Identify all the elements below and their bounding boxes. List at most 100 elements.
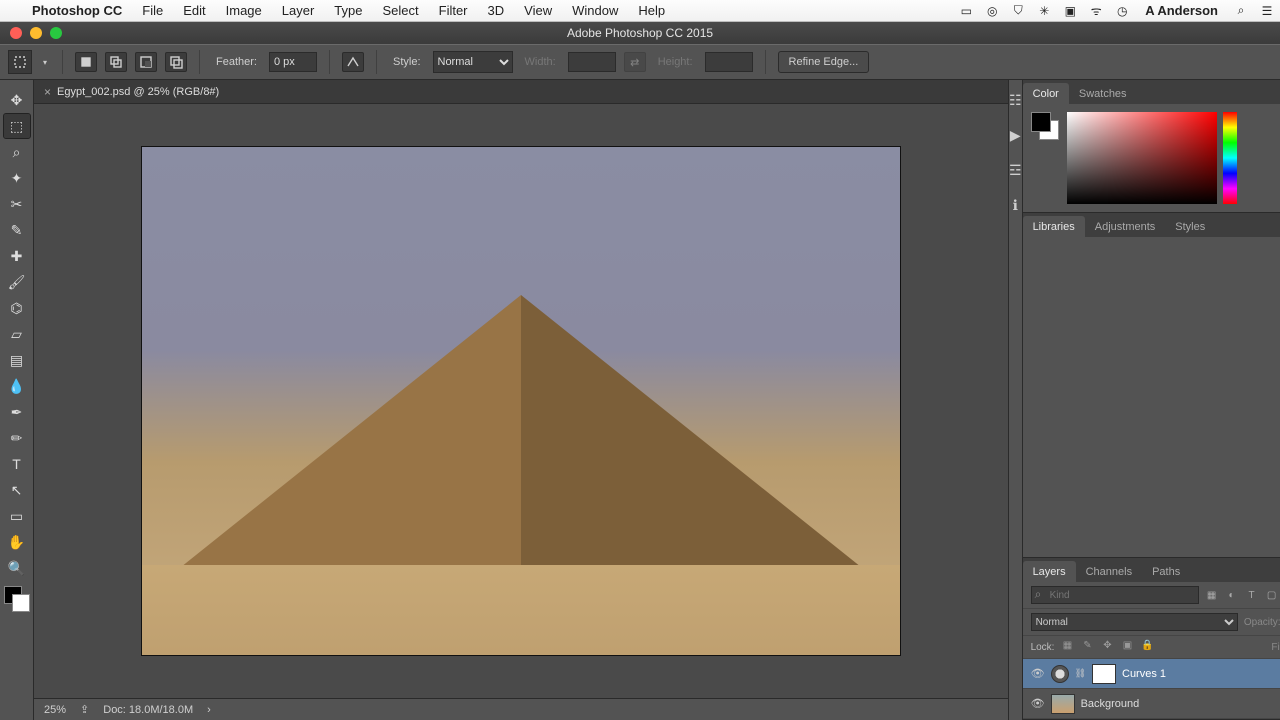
- refine-edge-button[interactable]: Refine Edge...: [778, 51, 870, 73]
- layer-thumb-adjustment[interactable]: [1051, 665, 1069, 683]
- path-select-tool[interactable]: ↖: [4, 478, 30, 502]
- chevron-right-icon[interactable]: ›: [207, 704, 211, 716]
- tab-adjustments[interactable]: Adjustments: [1085, 216, 1166, 237]
- layer-row[interactable]: 👁 Background 🔒: [1023, 689, 1280, 719]
- spotlight-search-icon[interactable]: ⌕: [1228, 3, 1254, 18]
- tab-libraries[interactable]: Libraries: [1023, 216, 1085, 237]
- crop-tool[interactable]: ✂: [4, 192, 30, 216]
- wifi-icon[interactable]: ᯤ: [1083, 2, 1109, 19]
- layer-row[interactable]: 👁 ⛓ Curves 1: [1023, 659, 1280, 689]
- properties-dock-icon[interactable]: ☲: [1009, 162, 1022, 179]
- color-fgbg[interactable]: [1031, 112, 1061, 142]
- lasso-tool[interactable]: ⌕: [4, 140, 30, 164]
- marquee-tool[interactable]: ⬚: [4, 114, 30, 138]
- shield-icon[interactable]: ⛉: [1005, 3, 1031, 18]
- cc-icon[interactable]: ◎: [979, 4, 1005, 18]
- document-canvas[interactable]: [141, 146, 901, 656]
- user-menu[interactable]: A Anderson: [1135, 3, 1228, 18]
- brush-tool[interactable]: 🖌: [4, 270, 30, 294]
- window-close-button[interactable]: [10, 27, 22, 39]
- actions-dock-icon[interactable]: ▶: [1010, 127, 1021, 144]
- background-swatch[interactable]: [12, 594, 30, 612]
- notification-list-icon[interactable]: ☰: [1254, 4, 1280, 18]
- close-tab-icon[interactable]: ×: [44, 85, 51, 99]
- type-tool[interactable]: T: [4, 452, 30, 476]
- stamp-tool[interactable]: ⌬: [4, 296, 30, 320]
- lock-pixels-icon[interactable]: ▦: [1060, 640, 1074, 654]
- menu-layer[interactable]: Layer: [272, 3, 325, 18]
- airplay-icon[interactable]: ▣: [1057, 4, 1083, 18]
- layer-name[interactable]: Background: [1081, 698, 1140, 710]
- gradient-tool[interactable]: ▤: [4, 348, 30, 372]
- lock-position-icon[interactable]: ✥: [1100, 640, 1114, 654]
- tab-styles[interactable]: Styles: [1165, 216, 1215, 237]
- layer-mask-thumb[interactable]: [1092, 664, 1116, 684]
- menu-image[interactable]: Image: [216, 3, 272, 18]
- visibility-toggle-icon[interactable]: 👁: [1031, 667, 1045, 680]
- mask-link-icon[interactable]: ⛓: [1075, 668, 1086, 679]
- history-dock-icon[interactable]: ☷: [1009, 92, 1022, 109]
- info-dock-icon[interactable]: ℹ: [1013, 197, 1018, 214]
- fg-color-swatch[interactable]: [1031, 112, 1051, 132]
- tab-color[interactable]: Color: [1023, 83, 1069, 104]
- intersect-selection-button[interactable]: [165, 52, 187, 72]
- new-selection-button[interactable]: [75, 52, 97, 72]
- doc-info[interactable]: Doc: 18.0M/18.0M: [103, 704, 193, 716]
- app-name-menu[interactable]: Photoshop CC: [22, 3, 132, 18]
- blend-mode-select[interactable]: Normal: [1031, 613, 1238, 631]
- menu-view[interactable]: View: [514, 3, 562, 18]
- add-selection-button[interactable]: [105, 52, 127, 72]
- style-select[interactable]: Normal: [433, 51, 513, 73]
- document-tab[interactable]: × Egypt_002.psd @ 25% (RGB/8#): [34, 80, 1008, 104]
- wand-tool[interactable]: ✦: [4, 166, 30, 190]
- tab-channels[interactable]: Channels: [1076, 561, 1142, 582]
- tool-preset-picker[interactable]: [8, 50, 32, 74]
- menu-filter[interactable]: Filter: [429, 3, 478, 18]
- menu-3d[interactable]: 3D: [478, 3, 515, 18]
- lock-artboard-icon[interactable]: ▣: [1120, 640, 1134, 654]
- pen-tool[interactable]: ✒: [4, 400, 30, 424]
- pencil-tool[interactable]: ✏: [4, 426, 30, 450]
- move-tool[interactable]: ✥: [4, 88, 30, 112]
- filter-type-icon[interactable]: T: [1245, 588, 1259, 602]
- menu-window[interactable]: Window: [562, 3, 628, 18]
- lock-all-icon[interactable]: 🔒: [1140, 640, 1154, 654]
- filter-shape-icon[interactable]: ▢: [1265, 588, 1279, 602]
- eyedropper-tool[interactable]: ✎: [4, 218, 30, 242]
- tab-paths[interactable]: Paths: [1142, 561, 1190, 582]
- layer-name[interactable]: Curves 1: [1122, 668, 1166, 680]
- heal-tool[interactable]: ✚: [4, 244, 30, 268]
- tab-layers[interactable]: Layers: [1023, 561, 1076, 582]
- filter-adjust-icon[interactable]: ◐: [1225, 588, 1239, 602]
- window-zoom-button[interactable]: [50, 27, 62, 39]
- export-icon[interactable]: ⇪: [80, 703, 89, 716]
- menu-select[interactable]: Select: [372, 3, 428, 18]
- zoom-tool[interactable]: 🔍: [4, 556, 30, 580]
- display-icon[interactable]: ▭: [953, 4, 979, 18]
- blur-tool[interactable]: 💧: [4, 374, 30, 398]
- lock-brush-icon[interactable]: ✎: [1080, 640, 1094, 654]
- filter-image-icon[interactable]: ▦: [1205, 588, 1219, 602]
- visibility-toggle-icon[interactable]: 👁: [1031, 697, 1045, 710]
- hand-tool[interactable]: ✋: [4, 530, 30, 554]
- canvas-area[interactable]: [34, 104, 1008, 698]
- shape-tool[interactable]: ▭: [4, 504, 30, 528]
- menu-type[interactable]: Type: [324, 3, 372, 18]
- color-field[interactable]: [1067, 112, 1217, 204]
- eraser-tool[interactable]: ▱: [4, 322, 30, 346]
- feather-input[interactable]: [269, 52, 317, 72]
- subtract-selection-button[interactable]: [135, 52, 157, 72]
- layer-thumb-image[interactable]: [1051, 694, 1075, 714]
- window-minimize-button[interactable]: [30, 27, 42, 39]
- hue-slider[interactable]: [1223, 112, 1237, 204]
- clock-icon[interactable]: ◷: [1109, 4, 1135, 18]
- sync-icon[interactable]: ✳: [1031, 4, 1057, 18]
- menu-help[interactable]: Help: [628, 3, 675, 18]
- fg-bg-swatches[interactable]: [0, 586, 33, 618]
- tab-swatches[interactable]: Swatches: [1069, 83, 1137, 104]
- chevron-down-icon[interactable]: ▾: [40, 58, 50, 67]
- menu-edit[interactable]: Edit: [173, 3, 215, 18]
- antialias-toggle[interactable]: [342, 52, 364, 72]
- layer-filter-input[interactable]: [1031, 586, 1199, 604]
- zoom-level[interactable]: 25%: [44, 704, 66, 716]
